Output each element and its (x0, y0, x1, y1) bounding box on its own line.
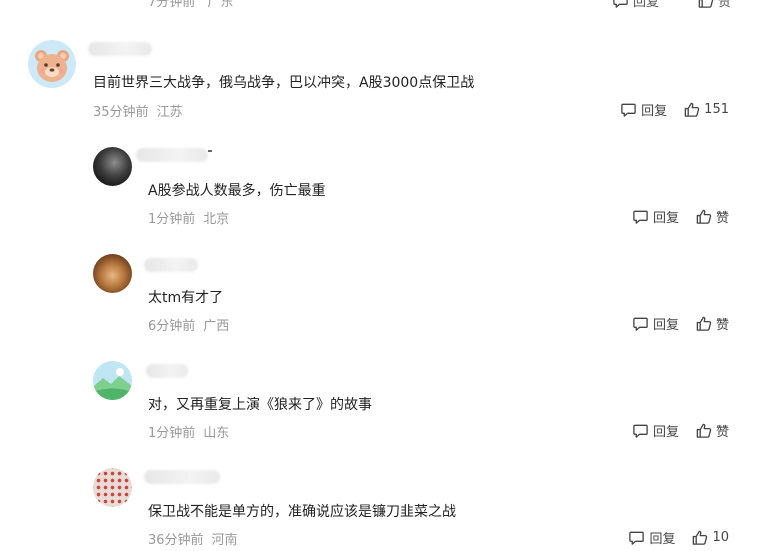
reply-button[interactable]: 回复 (620, 100, 667, 119)
thumbs-up-icon (693, 530, 708, 545)
comment-text: 太tm有才了 (148, 290, 224, 306)
reply-label: 回复 (652, 318, 679, 333)
like-button[interactable]: 赞 (697, 0, 731, 10)
comment-location: 江苏 (156, 105, 183, 120)
like-button[interactable]: 151 (683, 101, 729, 118)
like-label: 赞 (717, 0, 731, 10)
reply-button[interactable]: 回复 (612, 0, 659, 10)
comment-location: 北京 (203, 212, 230, 227)
username-suffix (208, 150, 212, 152)
comment-location: 山东 (203, 426, 230, 441)
comment-bubble-icon (621, 103, 636, 117)
comment-actions: 回复 151 (620, 100, 729, 119)
comment-time: 35分钟前 (93, 105, 149, 120)
comment-time: 1分钟前 (148, 426, 196, 441)
comment-bubble-icon (633, 424, 648, 438)
thumbs-up-icon (684, 102, 700, 117)
pattern-avatar[interactable] (93, 468, 132, 507)
reply-label: 回复 (632, 0, 659, 10)
comment-actions: 回复 10 (628, 528, 729, 547)
comment-actions: 回复 赞 (632, 207, 729, 226)
username-redacted[interactable] (144, 258, 198, 272)
dark-photo-avatar[interactable] (93, 147, 132, 186)
comment-actions: 回复 赞 (632, 314, 729, 333)
like-label: 赞 (715, 425, 729, 440)
comment-location: 河南 (211, 533, 238, 548)
like-button[interactable]: 赞 (695, 314, 729, 333)
previous-comment-actions: 回复 赞 (612, 0, 731, 10)
like-button[interactable]: 赞 (695, 207, 729, 226)
reply-label: 回复 (649, 532, 676, 547)
comment-time: 6分钟前 (148, 319, 196, 334)
comment-meta: 1分钟前 山东 (148, 422, 229, 441)
comment-text: 对，又再重复上演《狼来了》的故事 (148, 397, 372, 413)
lion-avatar[interactable] (93, 254, 132, 293)
comment-actions: 回复 赞 (632, 421, 729, 440)
thumbs-up-icon (698, 0, 714, 8)
comment-time: 1分钟前 (148, 212, 196, 227)
username-redacted[interactable] (144, 470, 220, 484)
comment-location: 广东 (207, 0, 234, 10)
comment-meta: 6分钟前 广西 (148, 315, 229, 334)
landscape-avatar[interactable] (93, 361, 132, 400)
like-label: 赞 (715, 318, 729, 333)
thumbs-up-icon (696, 423, 712, 438)
username-redacted[interactable] (136, 148, 208, 162)
comment-text: 目前世界三大战争，俄乌战争，巴以冲突，A股3000点保卫战 (93, 75, 475, 91)
like-label: 赞 (715, 211, 729, 226)
comment-bubble-icon (633, 317, 648, 331)
comment-time: 7分钟前 (148, 0, 196, 10)
previous-comment-meta: 7分钟前 广东 (148, 0, 233, 10)
username-redacted[interactable] (146, 364, 188, 378)
comment-bubble-icon (613, 0, 628, 8)
username-redacted[interactable] (88, 42, 152, 56)
comment-time: 36分钟前 (148, 533, 204, 548)
thumbs-up-icon (696, 316, 712, 331)
comment-location: 广西 (203, 319, 230, 334)
like-button[interactable]: 10 (691, 529, 729, 546)
thumbs-up-icon (696, 209, 712, 224)
reply-button[interactable]: 回复 (632, 314, 679, 333)
reply-label: 回复 (641, 104, 668, 119)
comment-text: A股参战人数最多，伤亡最重 (148, 183, 326, 199)
bear-avatar[interactable] (28, 40, 76, 88)
comment-meta: 36分钟前 河南 (148, 529, 238, 548)
like-count: 10 (712, 530, 729, 545)
like-button[interactable]: 赞 (695, 421, 729, 440)
reply-label: 回复 (652, 211, 679, 226)
reply-button[interactable]: 回复 (632, 421, 679, 440)
comment-meta: 1分钟前 北京 (148, 208, 229, 227)
comment-text: 保卫战不能是单方的，准确说应该是镰刀韭菜之战 (148, 504, 456, 520)
comment-bubble-icon (633, 210, 648, 224)
reply-button[interactable]: 回复 (628, 528, 675, 547)
reply-button[interactable]: 回复 (632, 207, 679, 226)
comment-meta: 35分钟前 江苏 (93, 101, 183, 120)
reply-label: 回复 (652, 425, 679, 440)
comment-bubble-icon (629, 531, 645, 545)
like-count: 151 (704, 102, 729, 117)
